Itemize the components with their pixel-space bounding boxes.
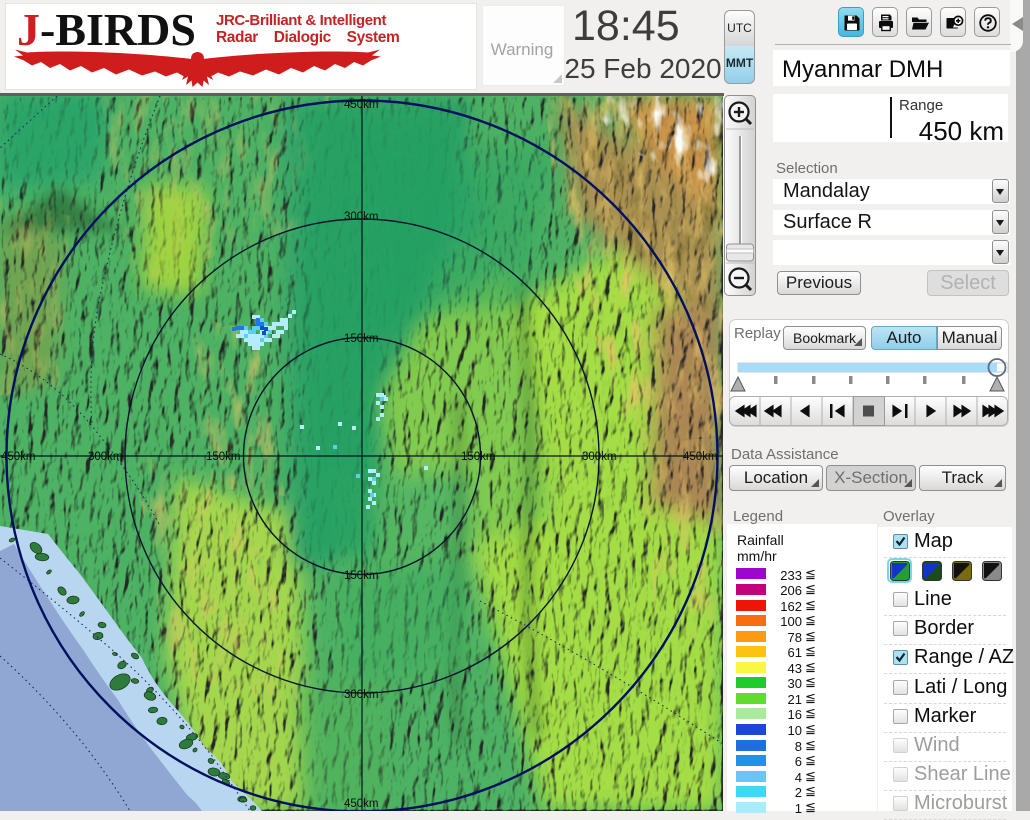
svg-text:300km: 300km — [344, 211, 379, 223]
svg-text:150km: 150km — [461, 451, 496, 463]
svg-text:450km: 450km — [344, 798, 379, 810]
svg-text:300km: 300km — [344, 689, 379, 701]
svg-text:450km: 450km — [683, 451, 718, 463]
svg-text:150km: 150km — [344, 333, 379, 345]
svg-text:450km: 450km — [1, 451, 36, 463]
svg-text:450km: 450km — [344, 99, 379, 111]
svg-text:150km: 150km — [344, 570, 379, 582]
svg-text:300km: 300km — [582, 451, 617, 463]
svg-text:150km: 150km — [206, 451, 241, 463]
svg-text:300km: 300km — [88, 451, 123, 463]
